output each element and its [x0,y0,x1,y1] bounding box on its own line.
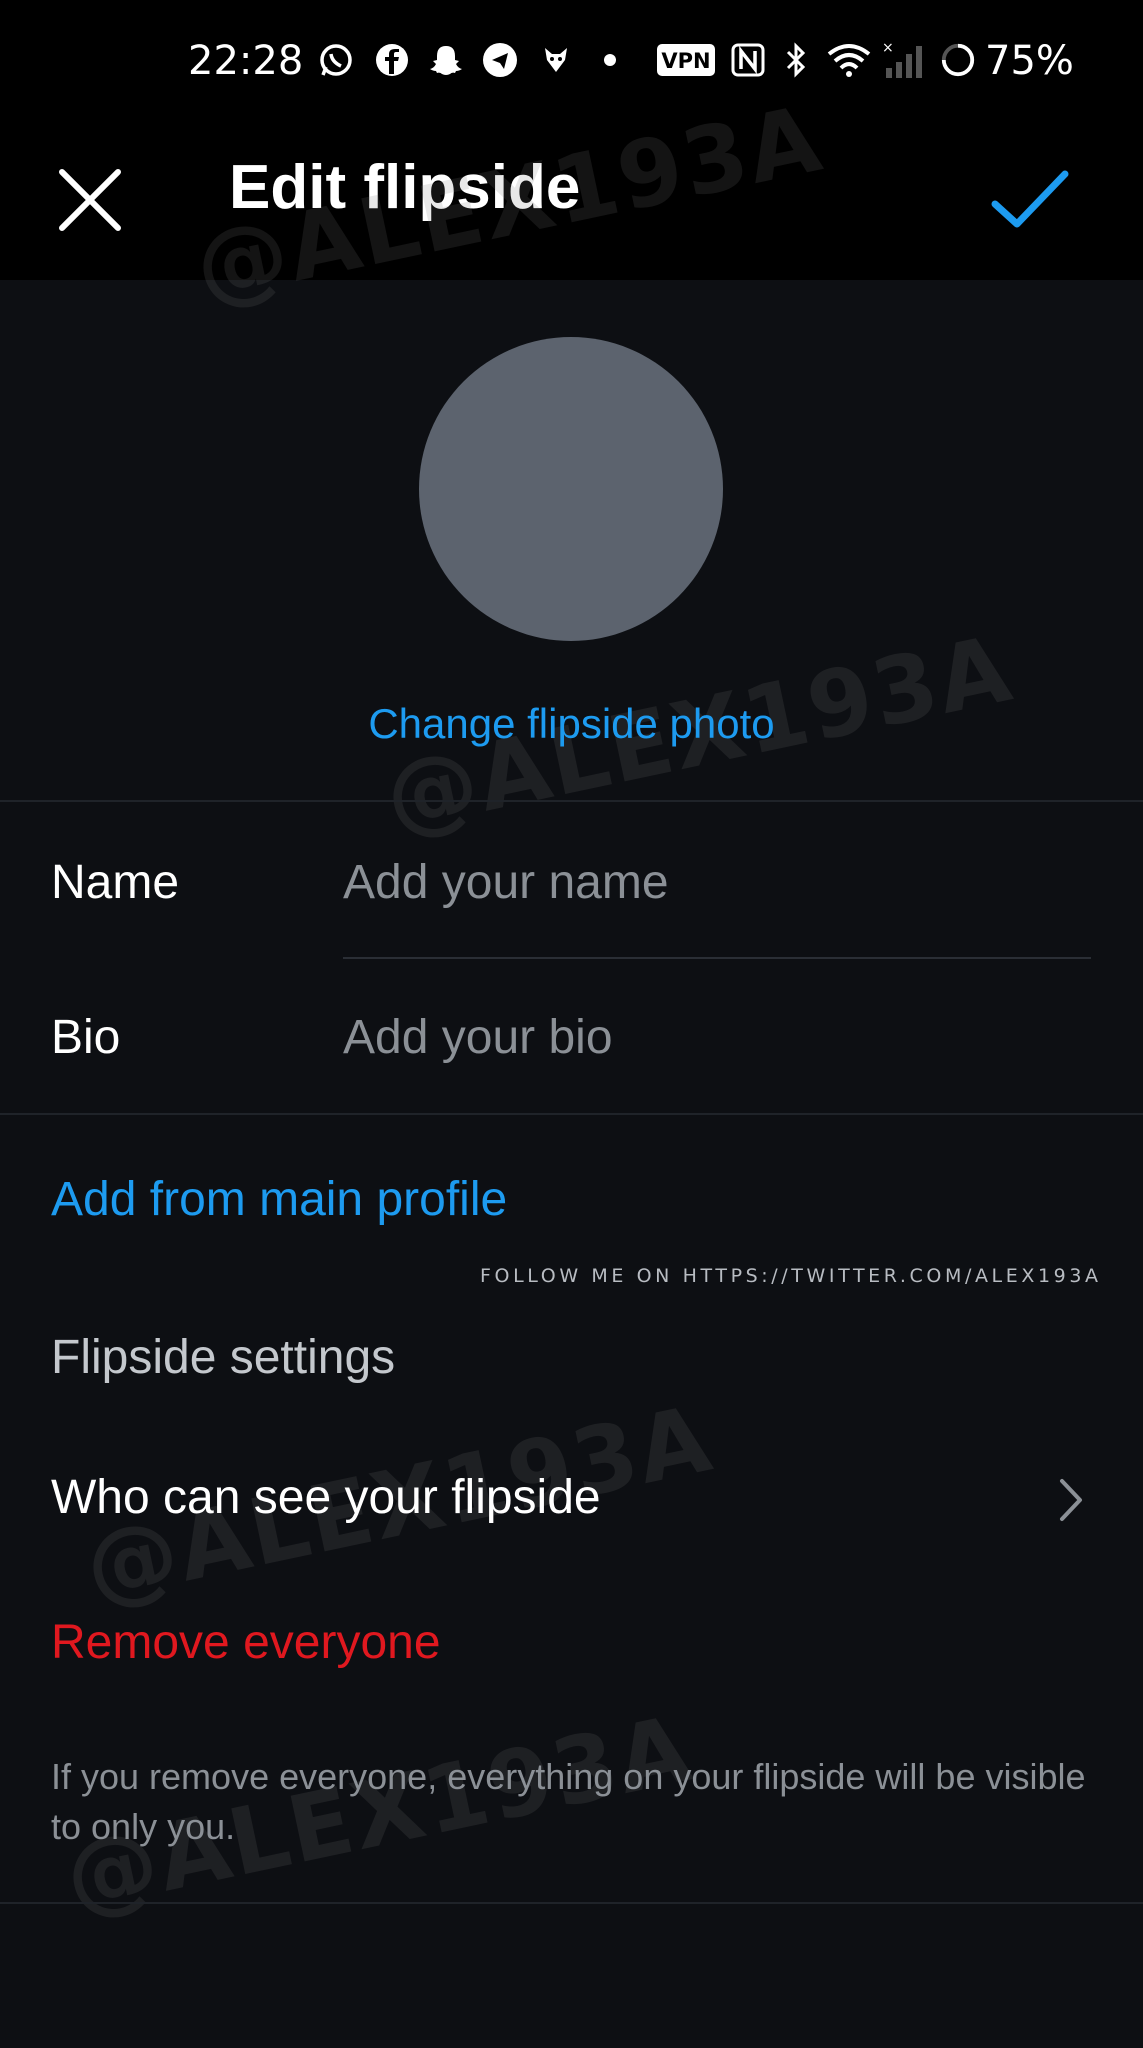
nfc-icon [730,42,766,78]
divider [0,1113,1143,1115]
battery-icon [940,42,976,78]
wifi-icon [826,42,872,78]
bio-label: Bio [51,1011,121,1064]
divider [0,1902,1143,1904]
who-can-see-label: Who can see your flipside [51,1471,601,1524]
name-underline [343,957,1091,959]
svg-text:VPN: VPN [661,49,710,73]
close-icon [59,169,121,231]
change-photo-link[interactable]: Change flipside photo [0,700,1143,748]
vpn-icon: VPN [656,42,716,78]
bio-input[interactable] [343,1007,1091,1067]
fox-icon [538,42,574,78]
follow-note: FOLLOW ME ON HTTPS://TWITTER.COM/ALEX193… [480,1265,1102,1287]
bluetooth-icon [778,42,814,78]
divider [0,800,1143,802]
snapchat-icon [428,42,464,78]
whatsapp-icon [318,42,354,78]
check-icon [991,170,1069,228]
section-heading: Flipside settings [51,1331,396,1384]
name-label: Name [51,856,180,909]
page-title: Edit flipside [229,153,581,222]
chevron-right-icon [1050,1475,1090,1525]
signal-icon: × [880,40,928,78]
close-button[interactable] [50,160,130,240]
dot-icon [592,42,628,78]
svg-text:×: × [882,40,894,56]
status-bar: 22:28 VPN × 75% [0,0,1143,130]
battery-percent: 75% [985,38,1074,84]
status-time: 22:28 [188,38,304,84]
facebook-icon [374,42,410,78]
name-input[interactable] [343,852,1091,912]
add-from-main-profile-link[interactable]: Add from main profile [51,1172,507,1227]
telegram-icon [482,42,518,78]
remove-everyone-button[interactable]: Remove everyone [51,1615,441,1670]
who-can-see-row[interactable]: Who can see your flipside [0,1430,1143,1570]
avatar[interactable] [419,337,723,641]
save-button[interactable] [985,160,1075,240]
app-header: Edit flipside [0,130,1143,280]
remove-hint: If you remove everyone, everything on yo… [51,1756,1086,1847]
